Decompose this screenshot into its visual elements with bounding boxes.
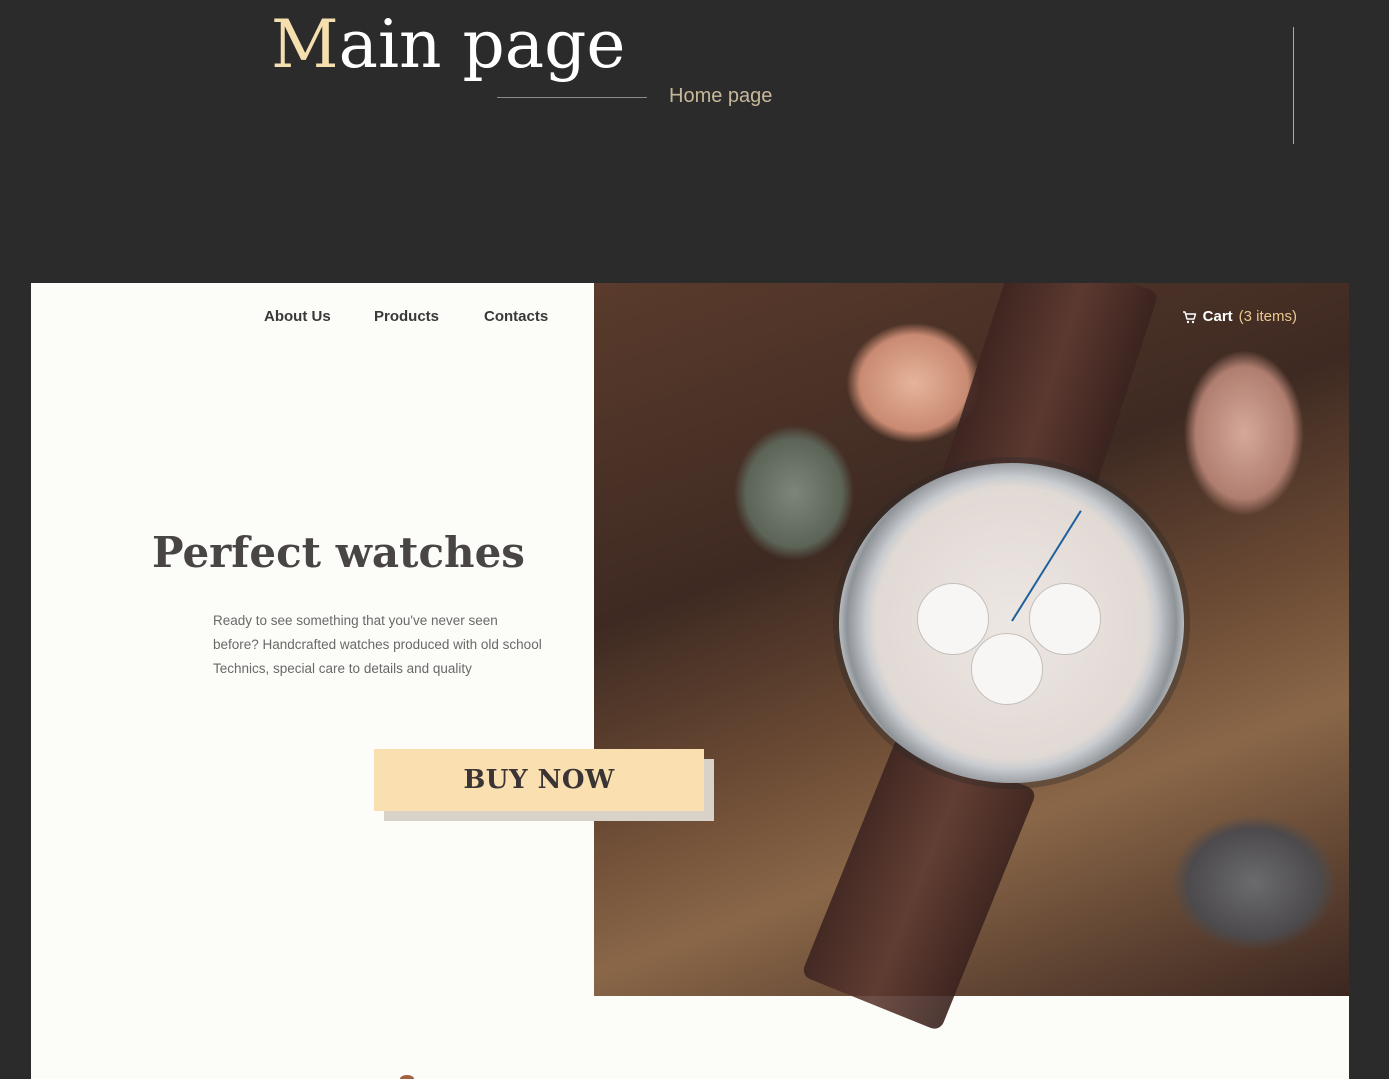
page-title-rest: ain page [338,6,626,83]
vertical-divider [1293,27,1294,144]
nav-item-about-us[interactable]: About Us [264,308,331,325]
page-title: Main page [271,2,625,88]
cart-link[interactable]: Cart (3 items) [1182,308,1297,325]
hero-description: Ready to see something that you've never… [213,613,542,676]
watch-face [839,463,1184,783]
website-preview: About Us Products Contacts Cart (3 items… [31,283,1349,1079]
hero-watch-image [594,283,1349,1032]
nav-item-contacts[interactable]: Contacts [484,308,548,325]
buy-now-button[interactable]: BUY NOW [374,749,704,811]
page-title-initial: M [271,6,339,83]
cart-item-count: (3 items) [1238,308,1297,325]
watch-subdial [917,583,989,655]
page-subtitle: Home page [669,85,773,107]
title-divider [497,97,647,98]
decorative-mark [400,1075,414,1079]
cart-label: Cart [1202,308,1233,325]
cart-icon [1182,310,1196,323]
nav-item-products[interactable]: Products [374,308,439,325]
watch-subdial [1029,583,1101,655]
hero-heading: Perfect watches [152,528,525,577]
watch-subdial [971,633,1043,705]
